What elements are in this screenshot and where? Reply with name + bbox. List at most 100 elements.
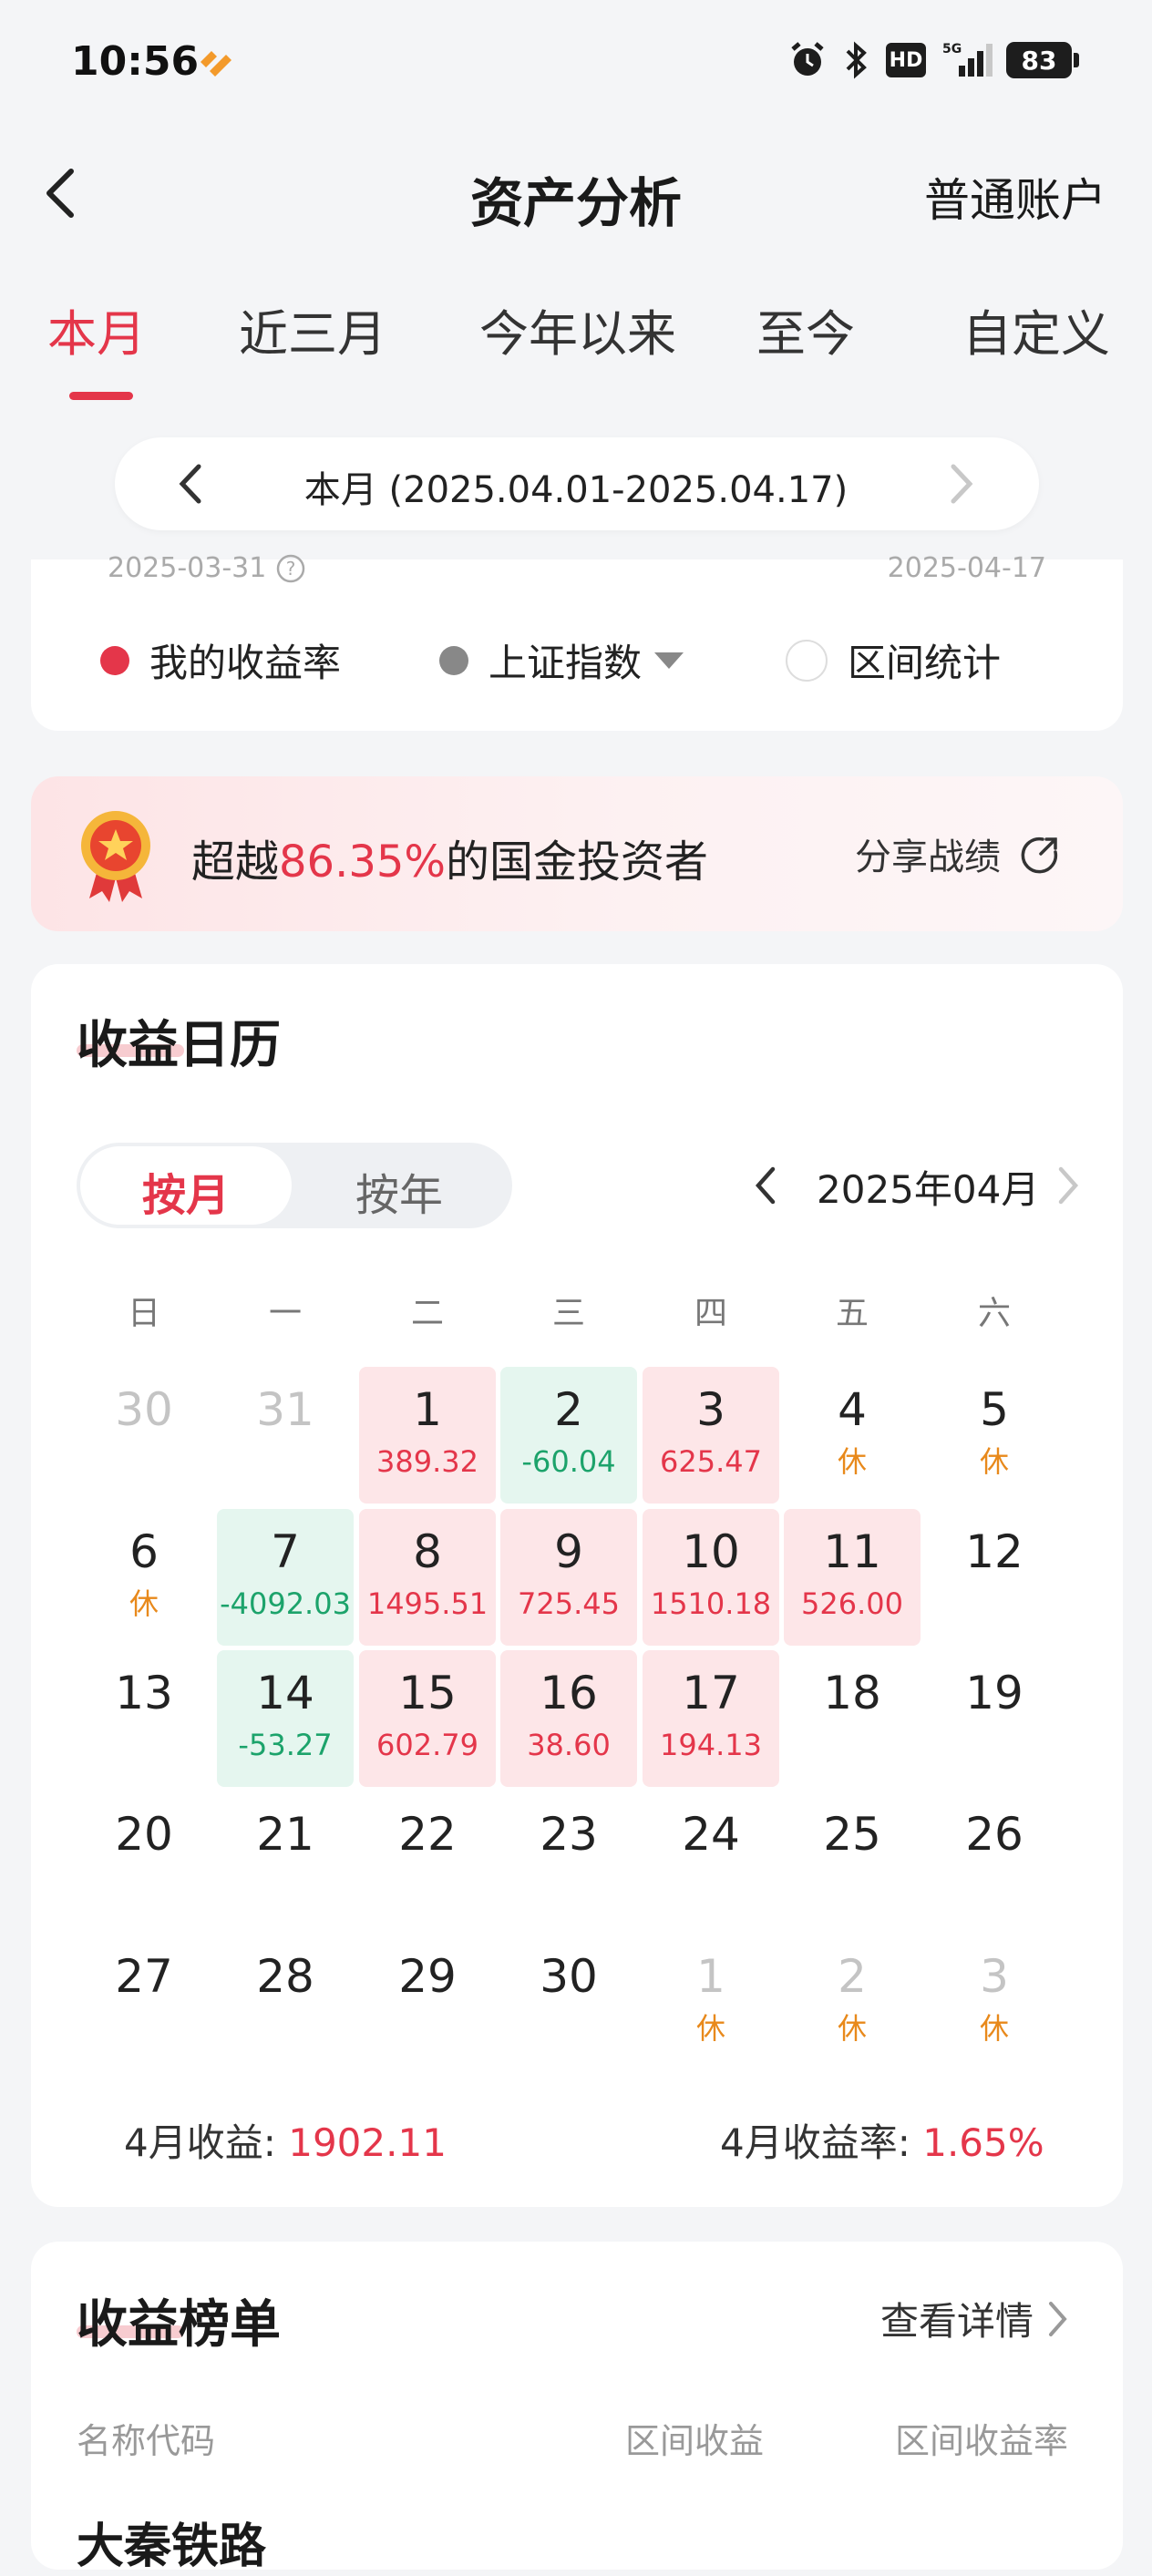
day-number: 7 bbox=[271, 1525, 300, 1578]
day-number: 12 bbox=[965, 1525, 1023, 1578]
calendar-day-cell[interactable]: 2休 bbox=[784, 1934, 921, 2070]
legend-interval-stats[interactable]: 区间统计 bbox=[786, 632, 1001, 688]
calendar-day-cell[interactable]: 1 389.32 bbox=[359, 1367, 496, 1504]
calendar-day-cell[interactable]: 1休 bbox=[643, 1934, 779, 2070]
rank-text: 超越86.35%的国金投资者 bbox=[191, 826, 708, 889]
calendar-day-cell[interactable]: 2 -60.04 bbox=[500, 1367, 637, 1504]
day-profit: 1510.18 bbox=[650, 1586, 772, 1621]
day-profit: 625.47 bbox=[660, 1444, 762, 1479]
col-interval-rate[interactable]: 区间收益率 bbox=[895, 2413, 1068, 2463]
calendar-day-cell[interactable]: 8 1495.51 bbox=[359, 1509, 496, 1646]
calendar-day-cell[interactable]: 18 bbox=[784, 1650, 921, 1787]
tab-to-date[interactable]: 至今 bbox=[756, 293, 855, 365]
day-number: 6 bbox=[129, 1525, 159, 1578]
weekday-label: 五 bbox=[835, 1295, 869, 1332]
calendar-day-cell[interactable]: 3休 bbox=[926, 1934, 1063, 2070]
day-number: 1 bbox=[696, 1950, 725, 2003]
day-profit: 526.00 bbox=[801, 1586, 903, 1621]
calendar-title: 收益日历 bbox=[77, 1016, 281, 1075]
calendar-day-cell[interactable]: 30 bbox=[76, 1367, 212, 1504]
weekday-label: 六 bbox=[977, 1295, 1011, 1332]
legend-index-label: 上证指数 bbox=[489, 641, 643, 685]
month-income: 4月收益: 1902.11 bbox=[124, 2112, 447, 2168]
tab-indicator bbox=[69, 392, 133, 400]
calendar-day-cell[interactable]: 19 bbox=[926, 1650, 1063, 1787]
calendar-day-cell[interactable]: 14 -53.27 bbox=[217, 1650, 354, 1787]
calendar-day-cell[interactable]: 21 bbox=[217, 1791, 354, 1928]
calendar-day-cell[interactable]: 27 bbox=[76, 1934, 212, 2070]
day-number: 3 bbox=[980, 1950, 1009, 2003]
month-next-icon[interactable] bbox=[1055, 1165, 1081, 1206]
day-number: 29 bbox=[398, 1950, 457, 2003]
medal-icon bbox=[81, 811, 150, 902]
segment-by-year[interactable]: 按年 bbox=[355, 1159, 443, 1223]
calendar-day-cell[interactable]: 12 bbox=[926, 1509, 1063, 1646]
hd-badge: HD bbox=[886, 43, 926, 77]
radio-circle-icon[interactable] bbox=[786, 639, 828, 682]
ranking-row-name[interactable]: 大秦铁路 bbox=[77, 2508, 266, 2576]
legend-my-return[interactable]: 我的收益率 bbox=[100, 632, 341, 688]
help-icon[interactable]: ? bbox=[275, 553, 306, 584]
col-interval-profit[interactable]: 区间收益 bbox=[625, 2413, 764, 2463]
calendar-day-cell[interactable]: 30 bbox=[500, 1934, 637, 2070]
weekday-label: 二 bbox=[410, 1295, 444, 1332]
period-next-icon[interactable] bbox=[948, 461, 975, 507]
segment-by-month[interactable]: 按月 bbox=[142, 1159, 230, 1223]
status-icons: HD 5G 83 bbox=[787, 40, 1079, 80]
weekday-label: 三 bbox=[551, 1295, 585, 1332]
view-detail-link[interactable]: 查看详情 bbox=[880, 2291, 1070, 2346]
calendar-day-cell[interactable]: 16 38.60 bbox=[500, 1650, 637, 1787]
share-button[interactable]: 分享战绩 bbox=[855, 827, 1061, 880]
legend-index[interactable]: 上证指数 bbox=[439, 632, 684, 688]
calendar-day-cell[interactable]: 15 602.79 bbox=[359, 1650, 496, 1787]
calendar-day-cell[interactable]: 9 725.45 bbox=[500, 1509, 637, 1646]
month-return-rate: 4月收益率: 1.65% bbox=[720, 2112, 1044, 2168]
calendar-day-cell[interactable]: 22 bbox=[359, 1791, 496, 1928]
calendar-day-cell[interactable]: 24 bbox=[643, 1791, 779, 1928]
month-income-value: 1902.11 bbox=[288, 2120, 447, 2165]
share-icon bbox=[1021, 836, 1058, 874]
ranking-title: 收益榜单 bbox=[77, 2295, 281, 2355]
month-rate-label: 4月收益率: bbox=[720, 2120, 923, 2165]
calendar-day-cell[interactable]: 5休 bbox=[926, 1367, 1063, 1504]
account-type-selector[interactable]: 普通账户 bbox=[924, 164, 1106, 230]
day-number: 3 bbox=[696, 1383, 725, 1436]
calendar-day-cell[interactable]: 11 526.00 bbox=[784, 1509, 921, 1646]
day-number: 5 bbox=[980, 1383, 1009, 1436]
calendar-day-cell[interactable]: 7 -4092.03 bbox=[217, 1509, 354, 1646]
tab-custom[interactable]: 自定义 bbox=[962, 293, 1110, 365]
battery-indicator: 83 bbox=[1006, 42, 1079, 78]
day-number: 14 bbox=[256, 1667, 314, 1719]
day-profit: 38.60 bbox=[527, 1728, 611, 1762]
alarm-icon bbox=[791, 42, 824, 76]
calendar-day-cell[interactable]: 31 bbox=[217, 1367, 354, 1504]
chevron-right-icon bbox=[1049, 2301, 1067, 2336]
tab-year-to-date[interactable]: 今年以来 bbox=[479, 293, 676, 365]
calendar-day-cell[interactable]: 10 1510.18 bbox=[643, 1509, 779, 1646]
calendar-day-cell[interactable]: 29 bbox=[359, 1934, 496, 2070]
tab-three-months[interactable]: 近三月 bbox=[239, 293, 386, 365]
calendar-day-cell[interactable]: 4休 bbox=[784, 1367, 921, 1504]
month-prev-icon[interactable] bbox=[753, 1165, 778, 1206]
day-number: 30 bbox=[540, 1950, 598, 2003]
calendar-day-cell[interactable]: 28 bbox=[217, 1934, 354, 2070]
calendar-day-cell[interactable]: 20 bbox=[76, 1791, 212, 1928]
day-number: 28 bbox=[256, 1950, 314, 2003]
chart-start-date: 2025-03-31 bbox=[108, 552, 267, 584]
tab-this-month[interactable]: 本月 bbox=[47, 293, 146, 365]
col-name-code: 名称代码 bbox=[77, 2421, 216, 2461]
month-rate-value: 1.65% bbox=[922, 2120, 1044, 2165]
calendar-day-cell[interactable]: 17 194.13 bbox=[643, 1650, 779, 1787]
period-label: 本月 (2025.04.01-2025.04.17) bbox=[303, 469, 849, 511]
calendar-day-cell[interactable]: 6休 bbox=[76, 1509, 212, 1646]
legend-stats-label: 区间统计 bbox=[848, 641, 1002, 685]
rank-percent: 86.35% bbox=[279, 836, 447, 888]
calendar-day-cell[interactable]: 25 bbox=[784, 1791, 921, 1928]
calendar-day-cell[interactable]: 3 625.47 bbox=[643, 1367, 779, 1504]
holiday-label: 休 bbox=[979, 2011, 1009, 2046]
day-number: 10 bbox=[682, 1525, 740, 1578]
day-number: 26 bbox=[965, 1808, 1023, 1861]
calendar-day-cell[interactable]: 13 bbox=[76, 1650, 212, 1787]
calendar-day-cell[interactable]: 26 bbox=[926, 1791, 1063, 1928]
calendar-day-cell[interactable]: 23 bbox=[500, 1791, 637, 1928]
